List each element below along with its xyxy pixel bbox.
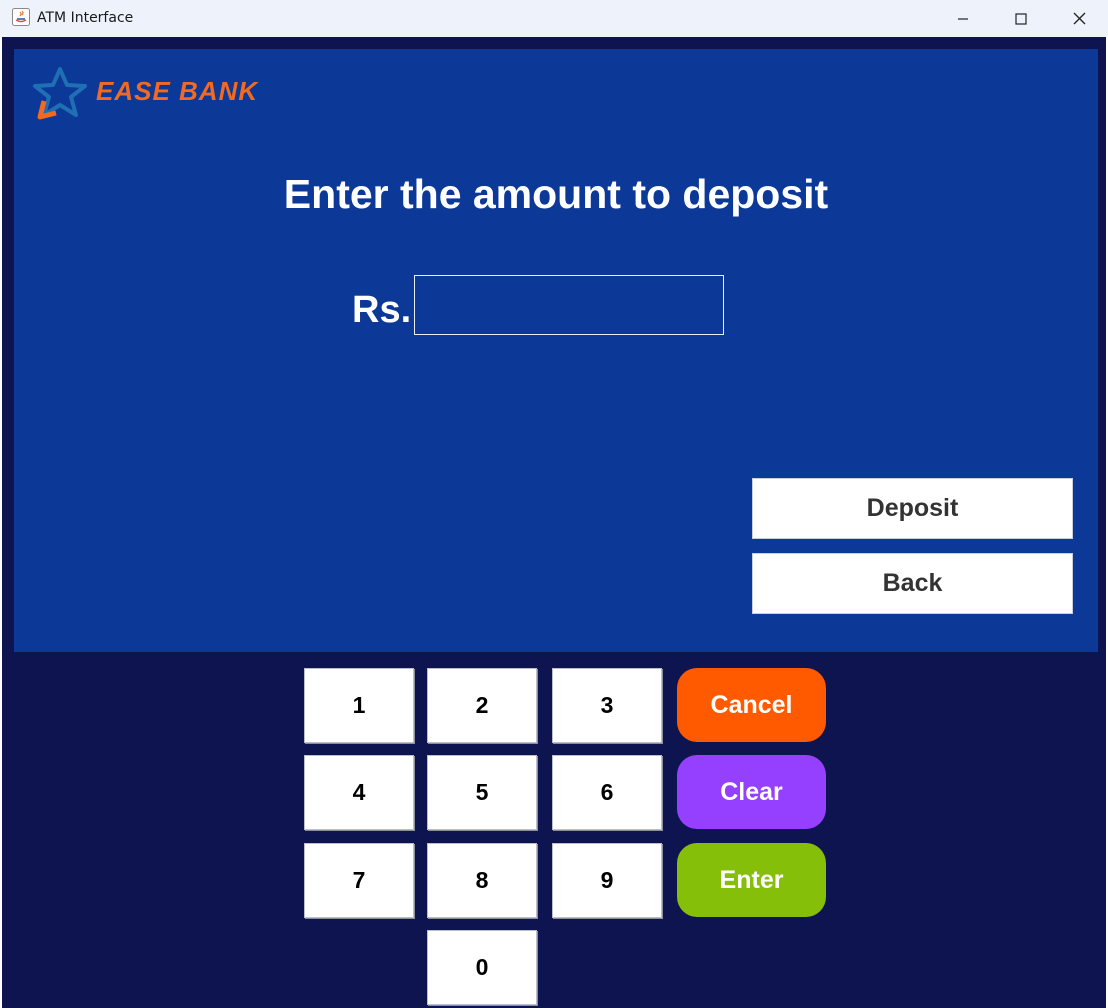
close-icon xyxy=(1073,12,1085,25)
deposit-button[interactable]: Deposit xyxy=(752,478,1073,539)
key-6[interactable]: 6 xyxy=(552,755,662,830)
currency-label: Rs. xyxy=(352,289,412,331)
java-app-icon xyxy=(12,8,30,26)
key-5[interactable]: 5 xyxy=(427,755,537,830)
clear-button[interactable]: Clear xyxy=(677,755,826,829)
key-9[interactable]: 9 xyxy=(552,843,662,918)
deposit-prompt: Enter the amount to deposit xyxy=(283,171,829,217)
maximize-button[interactable] xyxy=(992,0,1050,37)
back-button[interactable]: Back xyxy=(752,553,1073,614)
cancel-button[interactable]: Cancel xyxy=(677,668,826,742)
key-1[interactable]: 1 xyxy=(304,668,414,743)
key-3[interactable]: 3 xyxy=(552,668,662,743)
atm-window: ATM Interface EASE BANK Enter the amount… xyxy=(0,0,1108,1008)
key-7[interactable]: 7 xyxy=(304,843,414,918)
key-0[interactable]: 0 xyxy=(427,930,537,1005)
close-button[interactable] xyxy=(1050,0,1108,37)
key-4[interactable]: 4 xyxy=(304,755,414,830)
key-8[interactable]: 8 xyxy=(427,843,537,918)
enter-button[interactable]: Enter xyxy=(677,843,826,917)
key-2[interactable]: 2 xyxy=(427,668,537,743)
atm-body: EASE BANK Enter the amount to deposit Rs… xyxy=(2,37,1106,1008)
title-bar: ATM Interface xyxy=(0,0,1108,37)
minimize-icon xyxy=(958,17,968,20)
minimize-button[interactable] xyxy=(934,0,992,37)
atm-screen: EASE BANK Enter the amount to deposit Rs… xyxy=(14,49,1098,652)
ease-bank-logo: EASE BANK xyxy=(33,67,259,120)
amount-input[interactable] xyxy=(414,275,724,335)
maximize-icon xyxy=(1015,12,1027,25)
window-title: ATM Interface xyxy=(37,10,134,26)
svg-text:EASE BANK: EASE BANK xyxy=(96,76,259,106)
